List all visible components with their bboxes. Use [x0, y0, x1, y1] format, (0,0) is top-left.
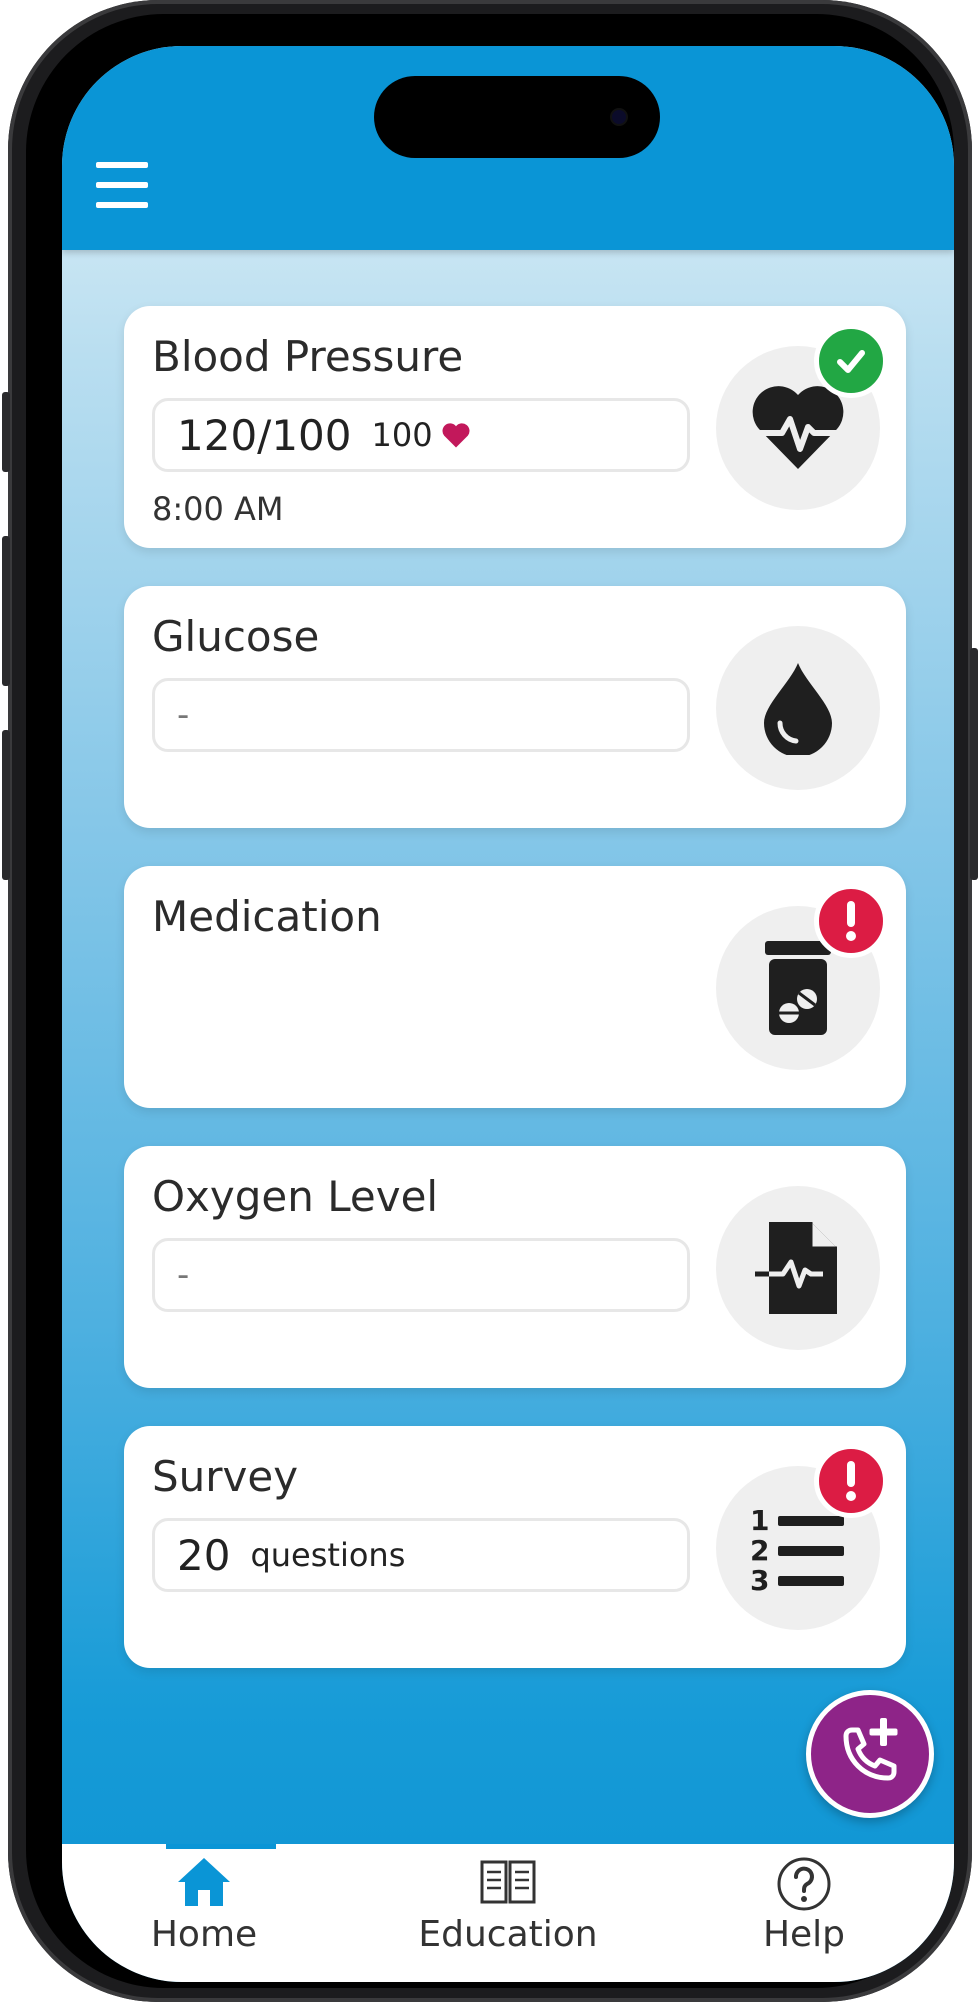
help-circle-icon [777, 1857, 831, 1911]
phone-bezel: Blood Pressure 120/100 100 8:00 AM Gluco… [26, 14, 954, 1988]
reading-box: 120/100 100 [152, 398, 690, 472]
heart-icon [442, 423, 470, 448]
reading-time: 8:00 AM [152, 490, 284, 528]
dynamic-island [374, 76, 660, 158]
glucose-card[interactable]: Glucose - [124, 586, 906, 828]
svg-text:3: 3 [750, 1564, 769, 1594]
survey-card[interactable]: Survey 20 questions 1 2 3 [124, 1426, 906, 1668]
volume-up-button [2, 536, 10, 686]
hamburger-menu-icon[interactable] [94, 162, 150, 208]
reading-box: - [152, 678, 690, 752]
document-pulse-icon [716, 1186, 880, 1350]
card-title: Oxygen Level [152, 1172, 439, 1221]
glucose-value: - [177, 695, 190, 735]
volume-down-button [2, 730, 10, 880]
card-title: Survey [152, 1452, 299, 1501]
svg-text:2: 2 [750, 1534, 769, 1567]
question-count: 20 [177, 1530, 231, 1580]
oxygen-level-card[interactable]: Oxygen Level - [124, 1146, 906, 1388]
book-icon [480, 1860, 536, 1904]
bottom-tab-bar: Home Education Help [62, 1844, 954, 1982]
card-title: Blood Pressure [152, 332, 464, 381]
question-label: questions [250, 1536, 406, 1574]
exclamation-icon [814, 1444, 888, 1518]
phone-add-icon[interactable] [806, 1690, 934, 1818]
medication-card[interactable]: Medication [124, 866, 906, 1108]
mute-switch [2, 392, 10, 472]
home-icon [178, 1858, 230, 1906]
active-tab-indicator [166, 1844, 276, 1849]
checkmark-icon [814, 324, 888, 398]
card-title: Medication [152, 892, 382, 941]
app-screen: Blood Pressure 120/100 100 8:00 AM Gluco… [62, 46, 954, 1982]
svg-text:1: 1 [750, 1504, 769, 1537]
phone-frame: Blood Pressure 120/100 100 8:00 AM Gluco… [2, 0, 978, 2002]
tab-label: Home [150, 1914, 258, 1955]
tab-help[interactable]: Help [674, 1844, 934, 1982]
exclamation-icon [814, 884, 888, 958]
tab-label: Help [762, 1914, 846, 1955]
bp-reading: 120/100 [177, 410, 352, 460]
pulse-value: 100 [371, 416, 433, 454]
blood-pressure-card[interactable]: Blood Pressure 120/100 100 8:00 AM [124, 306, 906, 548]
reading-box: - [152, 1238, 690, 1312]
power-button [970, 648, 978, 880]
reading-box: 20 questions [152, 1518, 690, 1592]
water-drop-icon [716, 626, 880, 790]
tab-home[interactable]: Home [74, 1844, 334, 1982]
tab-education[interactable]: Education [378, 1844, 638, 1982]
oxygen-value: - [177, 1255, 190, 1295]
tab-label: Education [418, 1914, 598, 1955]
camera-lens [612, 110, 626, 124]
card-title: Glucose [152, 612, 320, 661]
